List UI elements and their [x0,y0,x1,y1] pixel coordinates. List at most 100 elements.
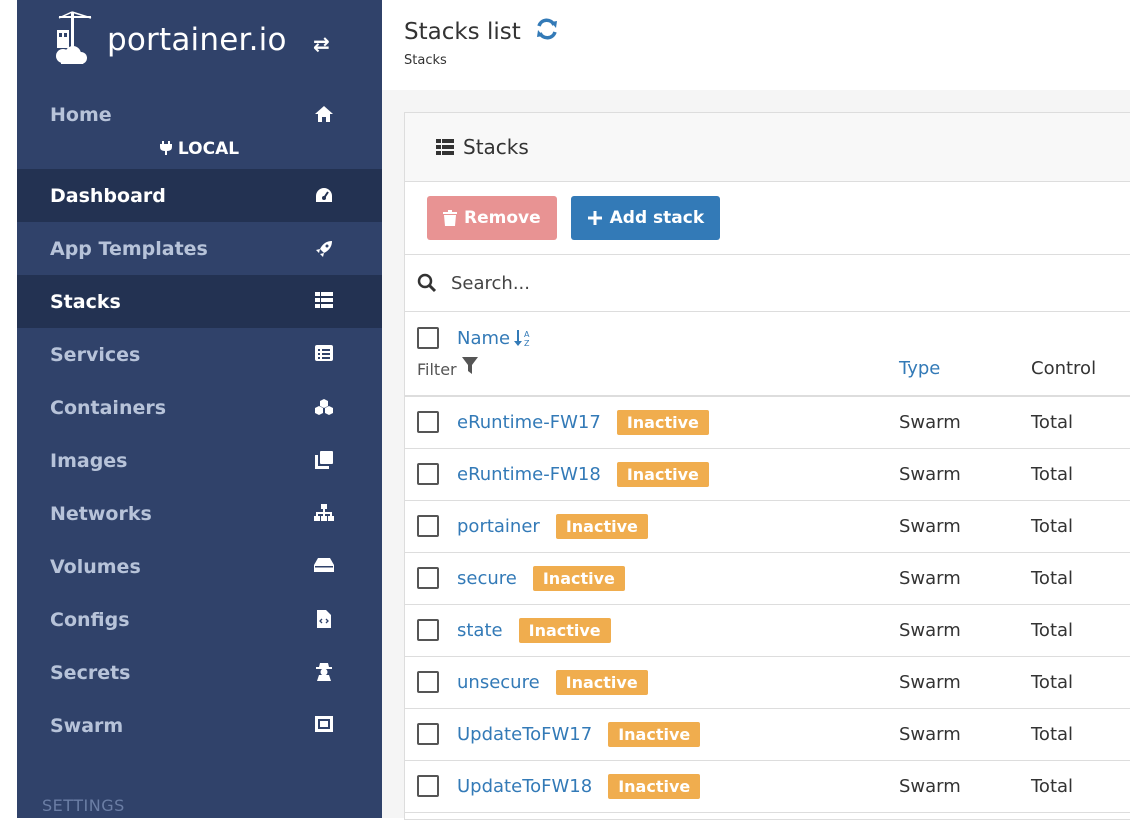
brand-logo[interactable]: portainer.io [49,10,287,70]
th-list-icon [436,139,454,155]
table-row: UpdateToFW18 Inactive Swarm Total [405,760,1130,812]
sidebar-item-label: Swarm [50,714,124,737]
sidebar-item-networks[interactable]: Networks [17,487,382,540]
filter-label: Filter [417,360,457,379]
type-cell: Swarm [899,723,961,745]
actions-bar: Remove Add stack [405,182,1130,255]
sitemap-icon [313,504,335,526]
refresh-icon[interactable] [535,18,559,46]
table-row: state Inactive Swarm Total [405,604,1130,656]
object-group-icon [313,716,335,738]
control-cell: Total [1031,671,1074,693]
search-bar [405,255,1130,312]
sidebar-item-images[interactable]: Images [17,434,382,487]
status-badge: Inactive [555,669,648,695]
page-title-text: Stacks list [404,19,521,45]
hdd-icon [313,557,335,579]
panel-header: Stacks [405,113,1130,182]
trash-icon [443,210,457,226]
row-checkbox[interactable] [417,463,439,485]
row-checkbox[interactable] [417,411,439,434]
file-code-icon [313,610,335,632]
sidebar-item-stacks[interactable]: Stacks [17,275,382,328]
panel-title: Stacks [463,135,529,159]
rocket-icon [313,239,335,261]
cubes-icon [313,398,335,420]
stack-name-link[interactable]: eRuntime-FW18 [457,464,601,485]
clone-icon [313,451,335,473]
table-row: portainer Inactive Swarm Total [405,500,1130,552]
page-header: Stacks list Stacks [382,0,1130,90]
select-all-checkbox[interactable] [417,327,439,349]
name-sort-link[interactable]: Name [457,328,510,349]
row-checkbox[interactable] [417,567,439,589]
table-row: unsecure Inactive Swarm Total [405,656,1130,708]
th-list-icon [313,292,335,314]
table-row: eRuntime-FW18 Inactive Swarm Total [405,448,1130,500]
brand-name: portainer.io [107,22,287,58]
sidebar-item-label: Containers [50,396,167,419]
sidebar-item-label: Stacks [50,290,121,313]
sort-alpha-icon[interactable]: AZ [514,329,532,347]
user-secret-icon [313,663,335,685]
row-checkbox[interactable] [417,775,439,797]
sidebar-item-configs[interactable]: Configs [17,593,382,646]
stack-name-link[interactable]: UpdateToFW17 [457,724,592,745]
stack-name-link[interactable]: eRuntime-FW17 [457,412,601,433]
stacks-panel: Stacks Remove Add stack N [404,112,1130,820]
remove-button[interactable]: Remove [427,196,557,240]
row-checkbox[interactable] [417,619,439,641]
sidebar-item-containers[interactable]: Containers [17,381,382,434]
search-input[interactable] [449,271,953,295]
sidebar-nav: Home LOCAL Dashboard App Templates Stack… [17,88,382,752]
table-row: eRuntime-FW17 Inactive Swarm Total [405,396,1130,448]
home-icon [313,105,335,127]
sidebar-item-label: Volumes [50,555,141,578]
type-cell: Swarm [899,463,961,485]
control-column-header: Control [1031,358,1097,379]
status-badge: Inactive [518,617,611,643]
row-checkbox[interactable] [417,671,439,693]
stack-name-link[interactable]: unsecure [457,672,540,693]
control-cell: Total [1031,723,1074,745]
name-column-header: Name AZ Filter [405,312,898,396]
sidebar-item-label: App Templates [50,237,208,260]
sidebar-item-volumes[interactable]: Volumes [17,540,382,593]
sidebar-item-secrets[interactable]: Secrets [17,646,382,699]
list-alt-icon [313,345,335,367]
sidebar-item-services[interactable]: Services [17,328,382,381]
page-title: Stacks list [404,18,559,46]
stack-name-link[interactable]: portainer [457,516,540,537]
type-cell: Swarm [899,515,961,537]
svg-text:A: A [524,330,530,339]
status-badge: Inactive [608,721,701,747]
sidebar-item-home[interactable]: Home [17,88,382,141]
add-stack-button[interactable]: Add stack [570,196,721,240]
endpoint-name: LOCAL [177,139,240,159]
sidebar-item-swarm[interactable]: Swarm [17,699,382,752]
sidebar-header: portainer.io ⇄ [17,0,382,88]
type-cell: Swarm [899,567,961,589]
stack-name-link[interactable]: state [457,620,503,641]
control-cell: Total [1031,515,1074,537]
plug-icon [159,138,172,160]
status-badge: Inactive [616,461,709,487]
sidebar-item-label: Dashboard [50,184,166,207]
stack-name-link[interactable]: UpdateToFW18 [457,776,592,797]
control-cell: Total [1031,463,1074,485]
stack-name-link[interactable]: secure [457,568,517,589]
row-checkbox[interactable] [417,723,439,745]
settings-section-label: SETTINGS [42,796,125,815]
sidebar-item-dashboard[interactable]: Dashboard [17,169,382,222]
type-sort-link[interactable]: Type [899,358,940,379]
control-cell: Total [1031,775,1074,797]
row-checkbox[interactable] [417,515,439,537]
sidebar-item-app-templates[interactable]: App Templates [17,222,382,275]
type-column-header[interactable]: Type [898,312,1030,396]
tachometer-icon [313,186,335,208]
main-content: Stacks Remove Add stack N [382,90,1130,820]
filter-toggle[interactable]: Filter [417,357,897,379]
control-cell: Total [1031,567,1074,589]
exchange-icon[interactable]: ⇄ [313,32,330,56]
control-cell: Total [1031,411,1074,433]
